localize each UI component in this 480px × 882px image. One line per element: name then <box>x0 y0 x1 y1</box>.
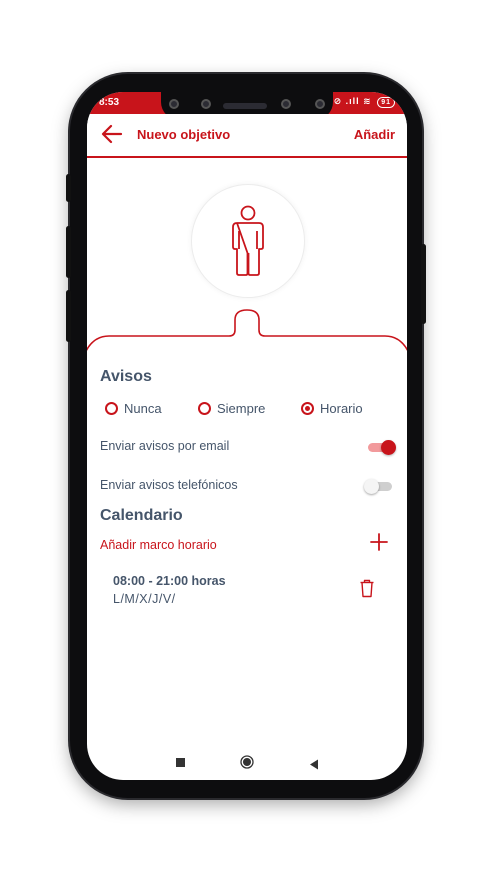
camera-icon <box>169 99 179 109</box>
radio-circle-icon <box>105 401 118 415</box>
email-alerts-toggle[interactable] <box>366 439 396 455</box>
radio-label: Siempre <box>217 400 266 416</box>
phone-alerts-label: Enviar avisos telefónicos <box>100 478 238 492</box>
recent-apps-button[interactable] <box>176 758 185 767</box>
radio-siempre[interactable]: Siempre <box>198 398 265 418</box>
plus-icon <box>370 533 388 551</box>
phone-volume-down <box>66 290 71 342</box>
status-time: 8:53 <box>99 97 120 108</box>
back-button[interactable] <box>101 124 123 144</box>
sensor-icon <box>201 99 211 109</box>
battery-icon: 91 <box>377 97 395 108</box>
signal-wifi-icon: ⊘ .ıll ≋ <box>333 96 372 106</box>
add-button[interactable]: Añadir <box>354 127 395 142</box>
home-circle-icon <box>240 755 254 769</box>
person-icon <box>232 205 264 276</box>
app-screen: 8:53 ⊘ .ıll ≋ 91 Nuevo objetivo Añadir A… <box>87 92 407 780</box>
phone-volume-up <box>66 226 71 278</box>
camera-icon <box>315 99 325 109</box>
radio-checked-icon <box>301 401 314 415</box>
sensor-icon <box>281 99 291 109</box>
add-time-slot-button[interactable] <box>369 532 389 552</box>
time-slot-item[interactable]: 08:00 - 21:00 horas L/M/X/J/V/ <box>113 574 383 614</box>
toggle-thumb <box>364 479 379 494</box>
calendario-title: Calendario <box>100 507 183 524</box>
radio-label: Nunca <box>124 400 162 416</box>
arrow-left-icon <box>101 124 123 144</box>
phone-alerts-toggle[interactable] <box>364 478 394 494</box>
radio-horario[interactable]: Horario <box>301 398 363 418</box>
page-title: Nuevo objetivo <box>137 127 231 142</box>
battery-level: 91 <box>381 99 391 106</box>
back-nav-button[interactable] <box>309 757 319 770</box>
status-icons: ⊘ .ıll ≋ 91 <box>334 96 395 108</box>
radio-label: Horario <box>320 400 363 416</box>
avatar[interactable] <box>191 184 305 298</box>
app-header: Nuevo objetivo Añadir <box>87 114 407 158</box>
phone-power-button <box>421 244 426 324</box>
radio-circle-icon <box>198 401 211 415</box>
trash-icon <box>360 579 374 598</box>
section-divider <box>87 309 407 351</box>
delete-time-slot-button[interactable] <box>359 578 375 598</box>
triangle-back-icon <box>310 759 318 770</box>
email-alerts-row: Enviar avisos por email <box>100 436 396 458</box>
time-slot-days: L/M/X/J/V/ <box>113 592 176 606</box>
toggle-thumb <box>381 440 396 455</box>
avisos-radio-group: Nunca Siempre Horario <box>105 398 395 418</box>
avisos-title: Avisos <box>100 368 152 385</box>
radio-nunca[interactable]: Nunca <box>105 398 162 418</box>
email-alerts-label: Enviar avisos por email <box>100 439 230 453</box>
phone-side-button <box>66 174 71 202</box>
speaker-grille <box>223 103 267 109</box>
phone-alerts-row: Enviar avisos telefónicos <box>100 475 394 497</box>
time-slot-hours: 08:00 - 21:00 horas <box>113 574 226 588</box>
system-nav-bar <box>87 744 407 780</box>
home-button[interactable] <box>240 755 254 769</box>
add-time-slot-link[interactable]: Añadir marco horario <box>100 538 217 552</box>
